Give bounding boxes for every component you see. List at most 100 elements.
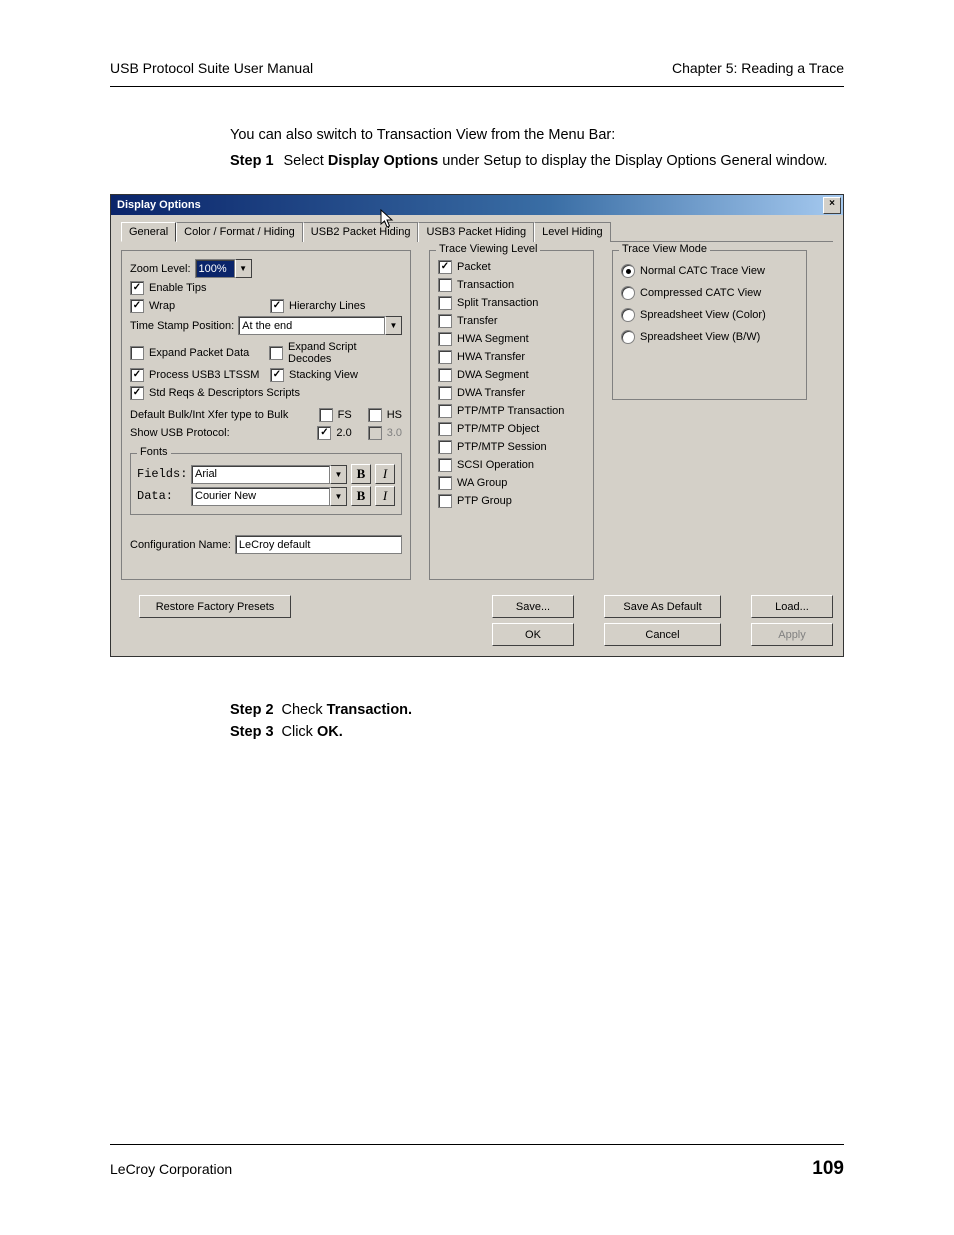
load-button[interactable]: Load... <box>751 595 833 618</box>
cancel-button[interactable]: Cancel <box>604 623 721 646</box>
trace-level-item-label: PTP/MTP Transaction <box>457 405 564 417</box>
trace-level-item-label: Packet <box>457 261 491 273</box>
data-bold-button[interactable]: B <box>351 486 371 506</box>
close-button[interactable]: × <box>823 197 841 214</box>
checkbox-icon <box>270 368 284 382</box>
tab-color-format-hiding[interactable]: Color / Format / Hiding <box>176 222 303 242</box>
fields-italic-button[interactable]: I <box>375 464 395 484</box>
wrap-checkbox[interactable]: Wrap <box>130 299 266 313</box>
checkbox-icon <box>438 314 452 328</box>
trace-level-dwa-segment-checkbox[interactable]: DWA Segment <box>438 368 529 382</box>
trace-level-transaction-checkbox[interactable]: Transaction <box>438 278 514 292</box>
trace-level-ptp-mtp-transaction-checkbox[interactable]: PTP/MTP Transaction <box>438 404 564 418</box>
fields-font-value: Arial <box>191 465 330 484</box>
checkbox-icon <box>269 346 283 360</box>
trace-mode-item-label: Compressed CATC View <box>640 287 761 299</box>
trace-level-dwa-transfer-checkbox[interactable]: DWA Transfer <box>438 386 525 400</box>
data-font-combo[interactable]: Courier New ▼ <box>191 487 347 506</box>
checkbox-icon <box>130 299 144 313</box>
header-left: USB Protocol Suite User Manual <box>110 60 313 76</box>
wrap-label: Wrap <box>149 300 175 312</box>
tab-general[interactable]: General <box>121 222 176 242</box>
trace-mode-normal-catc-trace-view-radio[interactable]: Normal CATC Trace View <box>621 264 765 278</box>
tab-usb3-packet-hiding[interactable]: USB3 Packet Hiding <box>418 222 534 242</box>
data-font-value: Courier New <box>191 487 330 506</box>
process-usb3-ltssm-label: Process USB3 LTSSM <box>149 369 259 381</box>
data-italic-button[interactable]: I <box>375 486 395 506</box>
tab-usb2-packet-hiding[interactable]: USB2 Packet Hiding <box>303 222 419 242</box>
time-stamp-position-value: At the end <box>238 316 385 335</box>
process-usb3-ltssm-checkbox[interactable]: Process USB3 LTSSM <box>130 368 266 382</box>
trace-level-scsi-operation-checkbox[interactable]: SCSI Operation <box>438 458 534 472</box>
intro-text: You can also switch to Transaction View … <box>230 127 834 169</box>
trace-level-item-label: PTP Group <box>457 495 512 507</box>
trace-mode-item-label: Normal CATC Trace View <box>640 265 765 277</box>
title-bar: Display Options × <box>111 195 843 215</box>
time-stamp-position-combo[interactable]: At the end ▼ <box>238 316 402 335</box>
checkbox-icon <box>438 440 452 454</box>
step2-body: Check Transaction. <box>282 702 834 718</box>
chevron-down-icon[interactable]: ▼ <box>235 259 252 278</box>
protocol-20-checkbox[interactable]: 2.0 <box>317 426 351 440</box>
zoom-level-combo[interactable]: 100% ▼ <box>195 259 252 278</box>
trace-mode-spreadsheet-view-b-w--radio[interactable]: Spreadsheet View (B/W) <box>621 330 760 344</box>
expand-packet-data-label: Expand Packet Data <box>149 347 249 359</box>
std-reqs-checkbox[interactable]: Std Reqs & Descriptors Scripts <box>130 386 300 400</box>
fields-font-label: Fields: <box>137 467 187 481</box>
hierarchy-lines-checkbox[interactable]: Hierarchy Lines <box>270 299 365 313</box>
radio-icon <box>621 264 635 278</box>
header-right: Chapter 5: Reading a Trace <box>672 60 844 76</box>
step3-label: Step 3 <box>230 724 274 740</box>
trace-level-ptp-mtp-session-checkbox[interactable]: PTP/MTP Session <box>438 440 547 454</box>
footer-rule <box>110 1144 844 1145</box>
trace-mode-item-label: Spreadsheet View (Color) <box>640 309 766 321</box>
chevron-down-icon[interactable]: ▼ <box>330 465 347 484</box>
trace-view-mode-legend: Trace View Mode <box>619 243 710 255</box>
fonts-group: Fonts Fields: Arial ▼ B I Data: <box>130 453 402 515</box>
save-button[interactable]: Save... <box>492 595 574 618</box>
trace-level-item-label: Split Transaction <box>457 297 538 309</box>
enable-tips-checkbox[interactable]: Enable Tips <box>130 281 206 295</box>
expand-script-decodes-checkbox[interactable]: Expand Script Decodes <box>269 341 402 365</box>
step1-prefix: Select <box>284 153 328 169</box>
chevron-down-icon[interactable]: ▼ <box>385 316 402 335</box>
hs-checkbox[interactable]: HS <box>368 408 402 422</box>
checkbox-icon <box>270 299 284 313</box>
trace-mode-spreadsheet-view-color--radio[interactable]: Spreadsheet View (Color) <box>621 308 766 322</box>
expand-packet-data-checkbox[interactable]: Expand Packet Data <box>130 346 265 360</box>
radio-icon <box>621 308 635 322</box>
restore-factory-presets-button[interactable]: Restore Factory Presets <box>139 595 291 618</box>
tab-level-hiding[interactable]: Level Hiding <box>534 222 611 242</box>
fields-bold-button[interactable]: B <box>351 464 371 484</box>
trace-level-wa-group-checkbox[interactable]: WA Group <box>438 476 507 490</box>
save-as-default-button[interactable]: Save As Default <box>604 595 721 618</box>
configuration-name-label: Configuration Name: <box>130 539 231 551</box>
checkbox-icon <box>130 386 144 400</box>
configuration-name-input[interactable]: LeCroy default <box>235 535 402 554</box>
trace-level-packet-checkbox[interactable]: Packet <box>438 260 491 274</box>
checkbox-icon <box>130 368 144 382</box>
trace-level-item-label: HWA Segment <box>457 333 529 345</box>
fields-font-combo[interactable]: Arial ▼ <box>191 465 347 484</box>
trace-level-hwa-transfer-checkbox[interactable]: HWA Transfer <box>438 350 525 364</box>
apply-button[interactable]: Apply <box>751 623 833 646</box>
trace-mode-item-label: Spreadsheet View (B/W) <box>640 331 760 343</box>
trace-level-hwa-segment-checkbox[interactable]: HWA Segment <box>438 332 529 346</box>
trace-level-item-label: DWA Transfer <box>457 387 525 399</box>
trace-mode-compressed-catc-view-radio[interactable]: Compressed CATC View <box>621 286 761 300</box>
stacking-view-label: Stacking View <box>289 369 358 381</box>
protocol-30-checkbox[interactable]: 3.0 <box>368 426 402 440</box>
trace-viewing-level-group: Trace Viewing Level PacketTransactionSpl… <box>429 250 594 580</box>
chevron-down-icon[interactable]: ▼ <box>330 487 347 506</box>
checkbox-icon <box>317 426 331 440</box>
fs-checkbox[interactable]: FS <box>319 408 352 422</box>
trace-level-ptp-mtp-object-checkbox[interactable]: PTP/MTP Object <box>438 422 539 436</box>
checkbox-icon <box>438 368 452 382</box>
trace-level-transfer-checkbox[interactable]: Transfer <box>438 314 498 328</box>
ok-button[interactable]: OK <box>492 623 574 646</box>
trace-level-ptp-group-checkbox[interactable]: PTP Group <box>438 494 512 508</box>
trace-level-split-transaction-checkbox[interactable]: Split Transaction <box>438 296 538 310</box>
trace-view-mode-group: Trace View Mode Normal CATC Trace ViewCo… <box>612 250 807 400</box>
checkbox-icon <box>438 494 452 508</box>
stacking-view-checkbox[interactable]: Stacking View <box>270 368 358 382</box>
